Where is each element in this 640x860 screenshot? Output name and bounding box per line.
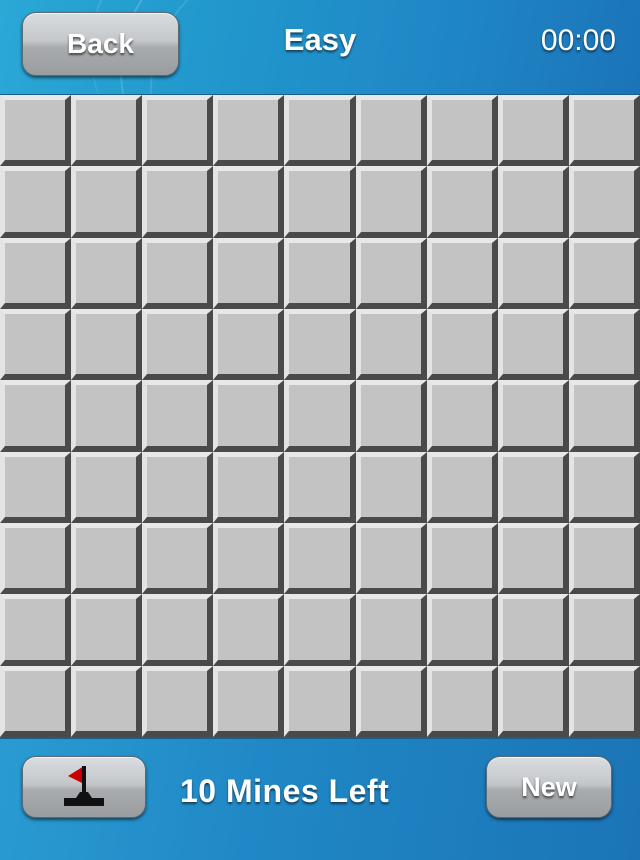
mine-cell[interactable] <box>0 95 72 167</box>
flag-icon <box>64 766 104 806</box>
mine-cell[interactable] <box>426 451 498 523</box>
mine-cell[interactable] <box>284 594 356 666</box>
mine-cell[interactable] <box>426 309 498 381</box>
mine-cell[interactable] <box>568 451 640 523</box>
new-game-button[interactable]: New <box>486 756 612 818</box>
mine-cell[interactable] <box>142 309 214 381</box>
mine-cell[interactable] <box>142 451 214 523</box>
mine-cell[interactable] <box>497 594 569 666</box>
mine-cell[interactable] <box>426 237 498 309</box>
mine-cell[interactable] <box>213 665 285 737</box>
mines-left-counter: 10 Mines Left <box>180 773 390 809</box>
mine-cell[interactable] <box>426 665 498 737</box>
mine-cell[interactable] <box>142 523 214 595</box>
mine-cell[interactable] <box>355 523 427 595</box>
mine-cell[interactable] <box>426 166 498 238</box>
mine-cell[interactable] <box>0 166 72 238</box>
mine-cell[interactable] <box>284 237 356 309</box>
mine-cell[interactable] <box>497 309 569 381</box>
game-timer: 00:00 <box>540 24 616 57</box>
mine-cell[interactable] <box>142 237 214 309</box>
mine-cell[interactable] <box>213 95 285 167</box>
mine-cell[interactable] <box>426 380 498 452</box>
bottom-bar: 10 Mines Left New <box>0 737 640 860</box>
mine-cell[interactable] <box>355 451 427 523</box>
mine-cell[interactable] <box>71 594 143 666</box>
mine-cell[interactable] <box>71 309 143 381</box>
mine-cell[interactable] <box>355 237 427 309</box>
mine-cell[interactable] <box>0 309 72 381</box>
mine-cell[interactable] <box>568 594 640 666</box>
mine-cell[interactable] <box>497 95 569 167</box>
mine-cell[interactable] <box>0 594 72 666</box>
flag-mode-button[interactable] <box>22 756 146 818</box>
mine-cell[interactable] <box>71 166 143 238</box>
mine-cell[interactable] <box>497 451 569 523</box>
mine-cell[interactable] <box>284 451 356 523</box>
mine-cell[interactable] <box>284 380 356 452</box>
mine-cell[interactable] <box>284 309 356 381</box>
mine-cell[interactable] <box>142 95 214 167</box>
mine-cell[interactable] <box>284 95 356 167</box>
back-button[interactable]: Back <box>22 12 179 76</box>
mine-cell[interactable] <box>497 166 569 238</box>
mine-cell[interactable] <box>71 665 143 737</box>
mine-cell[interactable] <box>284 665 356 737</box>
flag-cloth <box>68 766 84 784</box>
flag-base <box>64 798 104 806</box>
mine-cell[interactable] <box>426 594 498 666</box>
mine-cell[interactable] <box>284 523 356 595</box>
mine-cell[interactable] <box>497 523 569 595</box>
mine-cell[interactable] <box>0 665 72 737</box>
mine-cell[interactable] <box>568 166 640 238</box>
mine-cell[interactable] <box>568 237 640 309</box>
mine-cell[interactable] <box>497 380 569 452</box>
mine-cell[interactable] <box>284 166 356 238</box>
mine-cell[interactable] <box>568 309 640 381</box>
mine-cell[interactable] <box>71 95 143 167</box>
flag-base-top <box>76 792 92 798</box>
mine-cell[interactable] <box>142 380 214 452</box>
mine-cell[interactable] <box>213 166 285 238</box>
mine-cell[interactable] <box>355 166 427 238</box>
mine-cell[interactable] <box>568 95 640 167</box>
mine-cell[interactable] <box>0 380 72 452</box>
mine-cell[interactable] <box>0 237 72 309</box>
mine-cell[interactable] <box>355 95 427 167</box>
mine-cell[interactable] <box>71 523 143 595</box>
flag-pole <box>82 766 86 794</box>
mine-cell[interactable] <box>426 95 498 167</box>
mine-cell[interactable] <box>355 380 427 452</box>
mine-cell[interactable] <box>71 451 143 523</box>
mine-cell[interactable] <box>568 380 640 452</box>
mine-cell[interactable] <box>355 309 427 381</box>
mine-cell[interactable] <box>71 380 143 452</box>
mine-cell[interactable] <box>142 166 214 238</box>
mine-cell[interactable] <box>213 451 285 523</box>
mine-cell[interactable] <box>355 594 427 666</box>
mine-cell[interactable] <box>568 665 640 737</box>
mine-cell[interactable] <box>213 594 285 666</box>
mine-cell[interactable] <box>568 523 640 595</box>
top-bar: Easy Back 00:00 <box>0 0 640 95</box>
mine-cell[interactable] <box>142 665 214 737</box>
mine-cell[interactable] <box>213 237 285 309</box>
mine-cell[interactable] <box>213 523 285 595</box>
mine-cell[interactable] <box>213 380 285 452</box>
mine-cell[interactable] <box>355 665 427 737</box>
mine-cell[interactable] <box>0 451 72 523</box>
mine-cell[interactable] <box>71 237 143 309</box>
mine-cell[interactable] <box>497 237 569 309</box>
minefield-grid <box>0 95 640 737</box>
mine-cell[interactable] <box>0 523 72 595</box>
mine-cell[interactable] <box>497 665 569 737</box>
mine-cell[interactable] <box>142 594 214 666</box>
mine-cell[interactable] <box>426 523 498 595</box>
mine-cell[interactable] <box>213 309 285 381</box>
